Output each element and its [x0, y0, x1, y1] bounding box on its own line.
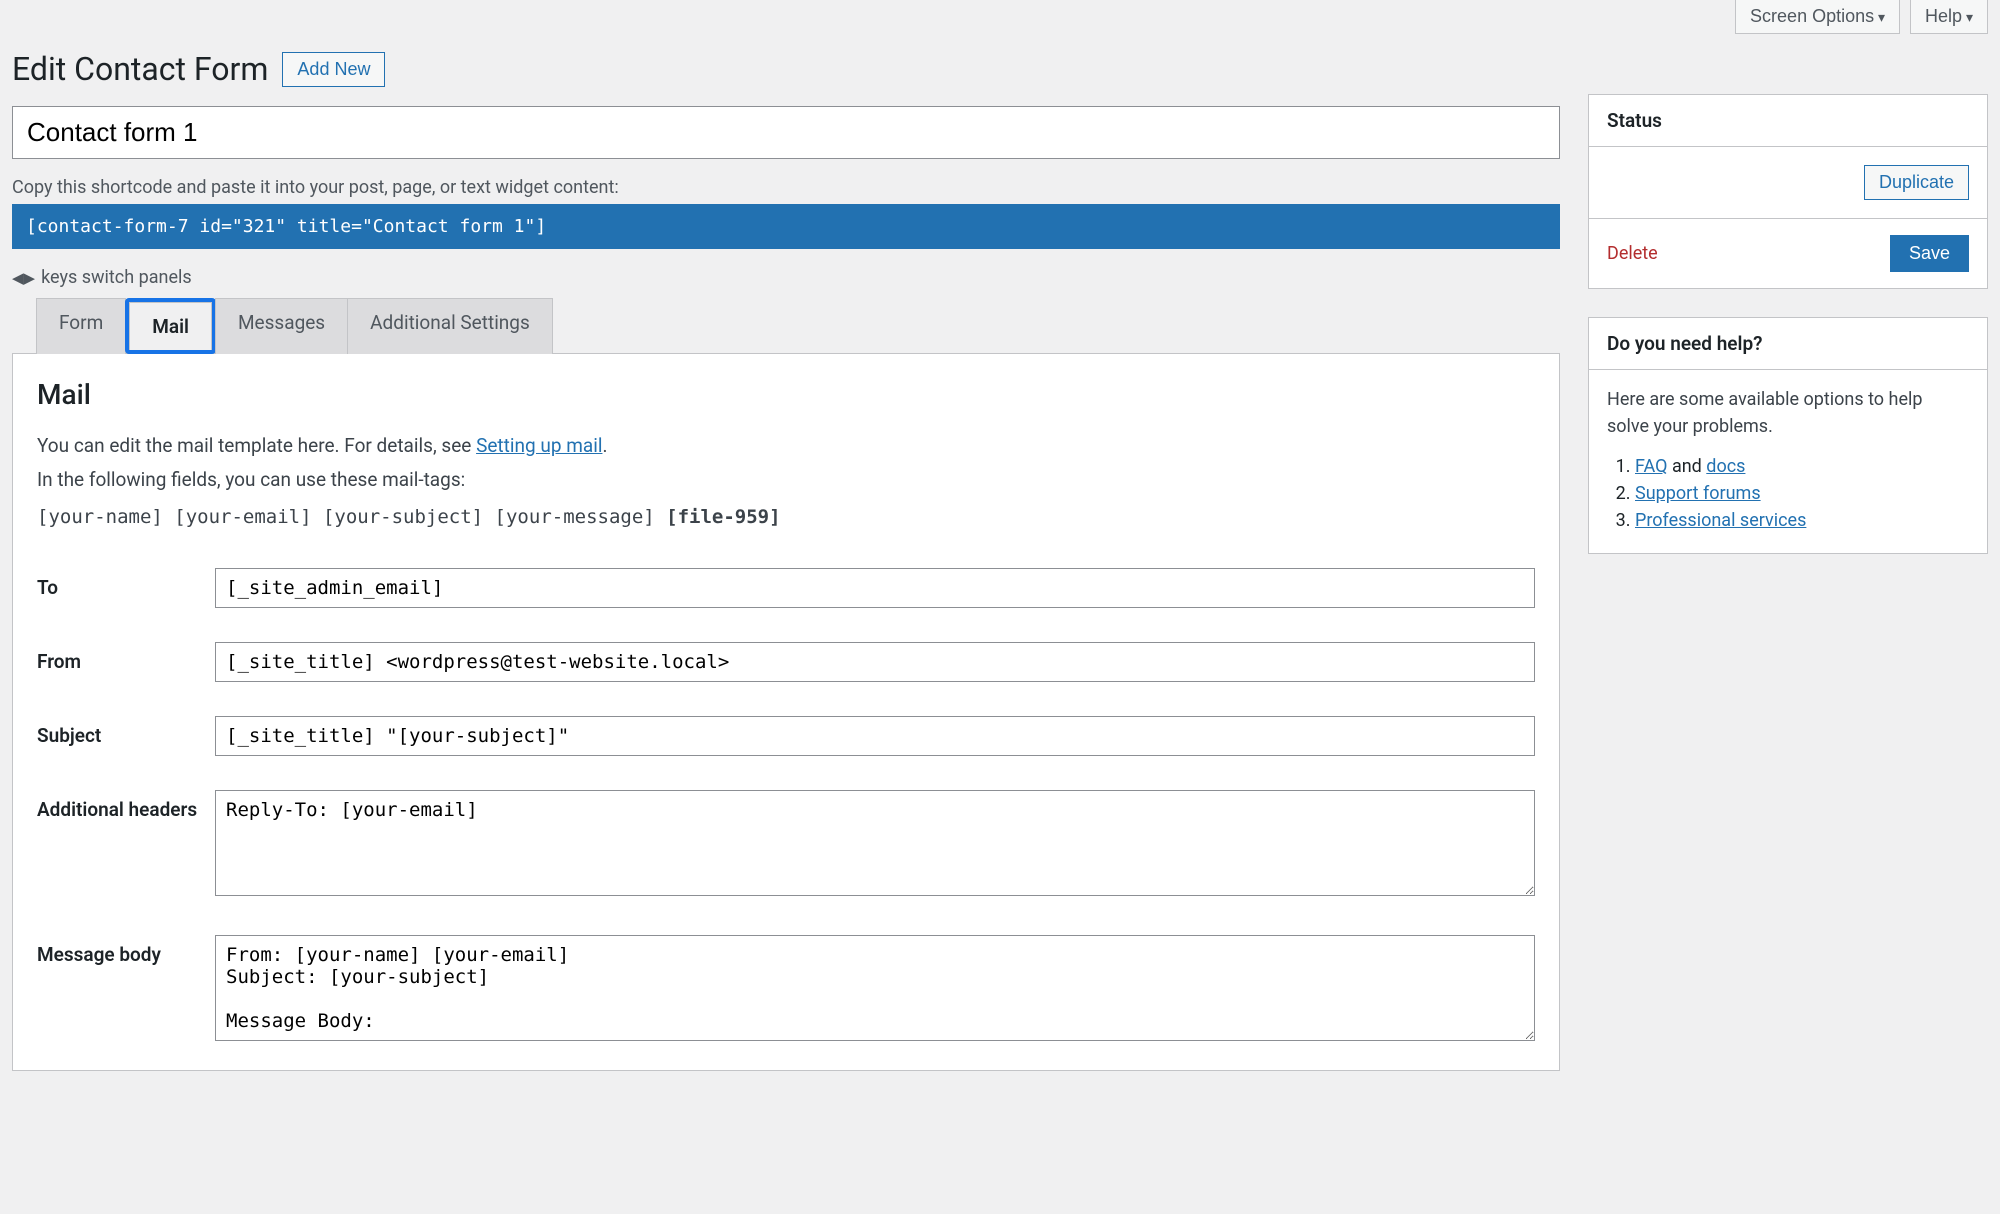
help-heading: Do you need help?: [1589, 318, 1987, 370]
tab-mail[interactable]: Mail: [129, 302, 212, 350]
from-input[interactable]: [215, 642, 1535, 682]
save-button[interactable]: Save: [1890, 235, 1969, 272]
help-intro: Here are some available options to help …: [1607, 386, 1969, 440]
help-item-professional: Professional services: [1635, 510, 1969, 531]
additional-headers-input[interactable]: Reply-To: [your-email]: [215, 790, 1535, 896]
status-box: Status Duplicate Delete Save: [1588, 94, 1988, 289]
screen-options-button[interactable]: Screen Options: [1735, 0, 1900, 34]
shortcode-field[interactable]: [contact-form-7 id="321" title="Contact …: [12, 204, 1560, 249]
subject-label: Subject: [37, 716, 207, 756]
message-body-label: Message body: [37, 935, 207, 1046]
help-button[interactable]: Help: [1910, 0, 1988, 34]
professional-services-link[interactable]: Professional services: [1635, 510, 1806, 531]
duplicate-button[interactable]: Duplicate: [1864, 165, 1969, 200]
mail-intro-1: You can edit the mail template here. For…: [37, 431, 1535, 461]
docs-link[interactable]: docs: [1706, 456, 1745, 477]
faq-link[interactable]: FAQ: [1635, 456, 1667, 477]
message-body-input[interactable]: From: [your-name] [your-email] Subject: …: [215, 935, 1535, 1041]
to-label: To: [37, 568, 207, 608]
help-box: Do you need help? Here are some availabl…: [1588, 317, 1988, 554]
help-item-support: Support forums: [1635, 483, 1969, 504]
tab-messages[interactable]: Messages: [215, 298, 348, 354]
mail-heading: Mail: [37, 378, 1535, 411]
support-forums-link[interactable]: Support forums: [1635, 483, 1761, 504]
additional-headers-label: Additional headers: [37, 790, 207, 901]
status-heading: Status: [1589, 95, 1987, 147]
arrow-keys-icon: ◀▶: [12, 269, 35, 287]
help-item-faq: FAQ and docs: [1635, 456, 1969, 477]
mail-panel: Mail You can edit the mail template here…: [12, 353, 1560, 1071]
tab-mail-highlight: Mail: [125, 298, 216, 354]
subject-input[interactable]: [215, 716, 1535, 756]
from-label: From: [37, 642, 207, 682]
shortcode-label: Copy this shortcode and paste it into yo…: [12, 177, 1560, 198]
tab-form[interactable]: Form: [36, 298, 126, 354]
to-input[interactable]: [215, 568, 1535, 608]
page-title: Edit Contact Form: [12, 50, 268, 88]
mail-tags: [your-name] [your-email] [your-subject] …: [37, 500, 1535, 534]
tab-additional-settings[interactable]: Additional Settings: [347, 298, 553, 354]
mail-intro-2: In the following fields, you can use the…: [37, 465, 1535, 495]
tabs: Form Mail Messages Additional Settings: [12, 298, 1560, 354]
delete-link[interactable]: Delete: [1607, 243, 1658, 264]
setting-up-mail-link[interactable]: Setting up mail: [476, 434, 602, 457]
keys-switch-hint: ◀▶keys switch panels: [12, 267, 1560, 288]
form-title-input[interactable]: [12, 106, 1560, 159]
add-new-button[interactable]: Add New: [282, 52, 385, 87]
